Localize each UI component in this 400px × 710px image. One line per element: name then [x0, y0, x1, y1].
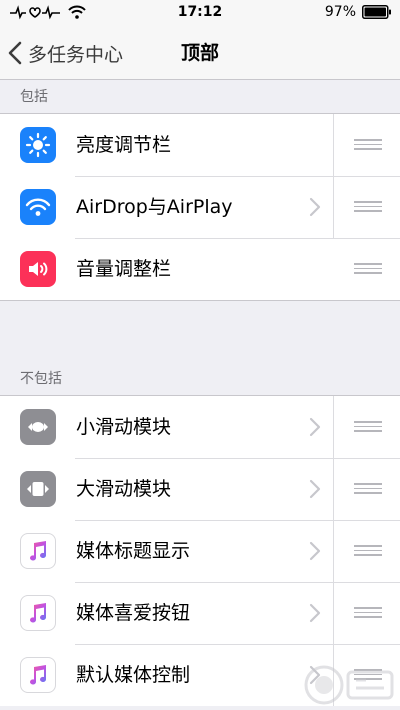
- section-header-excluded: 不包括: [20, 371, 62, 387]
- battery-percent: 97%: [324, 4, 356, 20]
- volume-icon: [20, 251, 56, 287]
- section-header-included: 包括: [20, 89, 48, 105]
- back-button[interactable]: 多任务中心: [8, 26, 123, 80]
- row-divider: [333, 520, 334, 582]
- list-item-label: 小滑动模块: [76, 416, 172, 438]
- battery-icon: [362, 5, 391, 19]
- row-divider: [333, 458, 334, 520]
- row-divider: [333, 176, 334, 238]
- drag-handle-icon[interactable]: [354, 263, 382, 275]
- drag-handle-icon[interactable]: [354, 483, 382, 495]
- list-item-airdrop[interactable]: AirDrop与AirPlay: [0, 176, 400, 238]
- list-item-large-slider[interactable]: 大滑动模块: [0, 458, 400, 520]
- chevron-right-icon[interactable]: [308, 603, 322, 623]
- list-item-label: 音量调整栏: [76, 258, 172, 280]
- status-bar: 17:12 97%: [0, 0, 400, 26]
- list-item-volume[interactable]: 音量调整栏: [0, 238, 400, 300]
- drag-handle-icon[interactable]: [354, 139, 382, 151]
- drag-handle-icon[interactable]: [354, 607, 382, 619]
- nav-bar: 多任务中心 顶部: [0, 26, 400, 80]
- list-item-label: 亮度调节栏: [76, 134, 172, 156]
- chevron-right-icon[interactable]: [308, 197, 322, 217]
- list-item-label: 媒体标题显示: [76, 540, 191, 562]
- music-note-icon: [20, 657, 56, 693]
- list-item-label: AirDrop与AirPlay: [76, 196, 233, 218]
- brightness-icon: [20, 127, 56, 163]
- music-note-icon: [20, 533, 56, 569]
- airdrop-icon: [20, 189, 56, 225]
- chevron-right-icon[interactable]: [308, 541, 322, 561]
- watermark-logo: [304, 665, 394, 705]
- status-right: 97%: [325, 4, 392, 20]
- screen: 17:12 97% 多任务中心 顶部 包括 亮度调节栏 AirDrop与AirP…: [0, 0, 400, 710]
- chevron-left-icon: [8, 41, 22, 65]
- list-item-media-title[interactable]: 媒体标题显示: [0, 520, 400, 582]
- list-item-label: 大滑动模块: [76, 478, 172, 500]
- drag-handle-icon[interactable]: [354, 201, 382, 213]
- list-item-media-favorite[interactable]: 媒体喜爱按钮: [0, 582, 400, 644]
- row-divider: [333, 114, 334, 176]
- chevron-right-icon[interactable]: [308, 479, 322, 499]
- chevron-right-icon[interactable]: [308, 417, 322, 437]
- excluded-list: 小滑动模块 大滑动模块 媒体标题显示 媒体喜爱按钮 默认媒体控制: [0, 395, 400, 706]
- drag-handle-icon[interactable]: [354, 545, 382, 557]
- small-slider-icon: [20, 409, 56, 445]
- list-item-small-slider[interactable]: 小滑动模块: [0, 396, 400, 458]
- music-note-icon: [20, 595, 56, 631]
- row-divider: [333, 582, 334, 644]
- included-list: 亮度调节栏 AirDrop与AirPlay 音量调整栏: [0, 113, 400, 301]
- list-item-brightness[interactable]: 亮度调节栏: [0, 114, 400, 176]
- large-slider-icon: [20, 471, 56, 507]
- list-item-label: 媒体喜爱按钮: [76, 602, 191, 624]
- back-button-label: 多任务中心: [28, 43, 124, 66]
- row-divider: [333, 396, 334, 458]
- drag-handle-icon[interactable]: [354, 421, 382, 433]
- list-item-label: 默认媒体控制: [76, 664, 191, 686]
